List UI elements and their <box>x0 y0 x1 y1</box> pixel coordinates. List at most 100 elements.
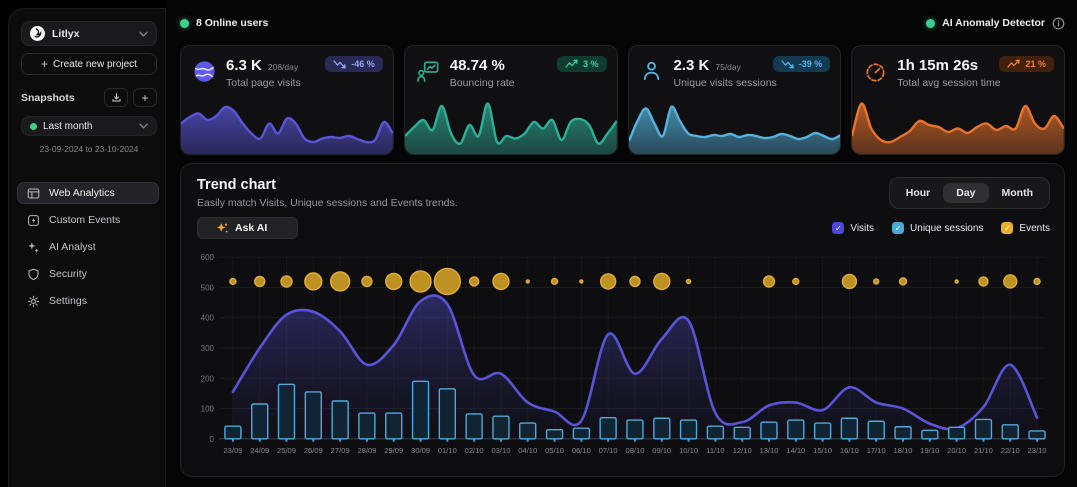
svg-text:400: 400 <box>201 314 215 323</box>
trend-chart-svg: 0 100 200 300 400 500 600 23/09 24/09 25/09 26/09 2… <box>189 242 1056 472</box>
ask-ai-button[interactable]: Ask AI <box>197 217 298 239</box>
svg-text:22/10: 22/10 <box>1001 446 1020 455</box>
snapshot-download-button[interactable] <box>104 88 128 107</box>
stat-card-total-page-visits[interactable]: 6.3 K 208/day Total page visits -46 % <box>180 45 394 155</box>
range-hour-button[interactable]: Hour <box>893 183 944 203</box>
stat-value: 1h 15m 26s <box>897 57 978 74</box>
svg-text:25/09: 25/09 <box>277 446 296 455</box>
svg-text:26/09: 26/09 <box>304 446 323 455</box>
svg-text:21/10: 21/10 <box>974 446 993 455</box>
svg-text:600: 600 <box>201 253 215 262</box>
trend-down-icon <box>781 59 794 69</box>
sidebar-item-label: AI Analyst <box>49 241 96 253</box>
sidebar-item-custom-events[interactable]: Custom Events <box>17 209 159 231</box>
trend-badge-value: -39 % <box>799 59 823 69</box>
svg-text:01/10: 01/10 <box>438 446 457 455</box>
svg-text:500: 500 <box>201 283 215 292</box>
svg-text:27/09: 27/09 <box>331 446 350 455</box>
sidebar-item-security[interactable]: Security <box>17 263 159 285</box>
sidebar-item-ai-analyst[interactable]: AI Analyst <box>17 236 159 258</box>
ask-ai-label: Ask AI <box>235 222 267 234</box>
create-new-project-button[interactable]: + Create new project <box>21 53 157 75</box>
svg-text:05/10: 05/10 <box>545 446 564 455</box>
svg-text:11/10: 11/10 <box>706 446 724 455</box>
sidebar-item-settings[interactable]: Settings <box>17 290 159 312</box>
svg-text:09/10: 09/10 <box>652 446 671 455</box>
stat-cards-row: 6.3 K 208/day Total page visits -46 % <box>180 45 1065 155</box>
legend-unique-sessions[interactable]: ✓ Unique sessions <box>892 222 983 234</box>
svg-text:17/10: 17/10 <box>867 446 886 455</box>
snapshot-status-dot <box>30 123 37 130</box>
trend-chart-area[interactable]: 0 100 200 300 400 500 600 23/09 24/09 25/09 26/09 2… <box>189 242 1056 472</box>
range-day-button[interactable]: Day <box>943 183 988 203</box>
checkbox-checked-icon: ✓ <box>892 222 904 234</box>
svg-text:100: 100 <box>201 405 215 414</box>
chevron-down-icon <box>139 31 148 37</box>
anomaly-detector-label: AI Anomaly Detector <box>942 17 1045 29</box>
range-month-button[interactable]: Month <box>989 183 1047 203</box>
sidebar-item-label: Web Analytics <box>49 187 115 199</box>
stat-value: 6.3 K <box>226 57 262 74</box>
trend-chart-title: Trend chart <box>197 177 458 193</box>
trend-chart-subtitle: Easily match Visits, Unique sessions and… <box>197 197 458 209</box>
legend-visits[interactable]: ✓ Visits <box>832 222 874 234</box>
svg-text:0: 0 <box>210 435 215 444</box>
time-range-switcher: Hour Day Month <box>889 177 1050 209</box>
svg-text:08/10: 08/10 <box>625 446 644 455</box>
sidebar-item-label: Security <box>49 268 87 280</box>
sparkline-bouncing-rate <box>405 98 617 154</box>
snapshot-period-selector[interactable]: Last month <box>21 116 157 136</box>
stat-card-bouncing-rate[interactable]: 48.74 % Bouncing rate 3 % <box>404 45 618 155</box>
plus-icon: + <box>41 57 48 71</box>
svg-text:20/10: 20/10 <box>947 446 966 455</box>
svg-text:23/09: 23/09 <box>223 446 242 455</box>
svg-text:03/10: 03/10 <box>491 446 510 455</box>
online-users-count: 8 Online users <box>196 17 268 29</box>
chevron-down-icon <box>139 123 148 129</box>
gear-icon <box>27 295 40 308</box>
chart-legend: ✓ Visits ✓ Unique sessions ✓ Events <box>832 222 1050 234</box>
svg-text:23/10: 23/10 <box>1028 446 1047 455</box>
svg-text:24/09: 24/09 <box>250 446 269 455</box>
browser-window-icon <box>27 187 40 200</box>
trend-badge: 21 % <box>999 56 1054 72</box>
sparkles-icon <box>27 241 40 254</box>
snapshot-period-value: Last month <box>43 121 133 132</box>
sparkle-icon <box>216 222 228 234</box>
stat-card-session-time[interactable]: 1h 15m 26s Total avg session time 21 % <box>851 45 1065 155</box>
info-icon[interactable] <box>1052 17 1065 30</box>
svg-text:28/09: 28/09 <box>357 446 376 455</box>
stat-card-unique-sessions[interactable]: 2.3 K 75/day Unique visits sessions -39 … <box>628 45 842 155</box>
stat-label: Total page visits <box>226 77 301 89</box>
trend-badge-value: 3 % <box>583 59 599 69</box>
presentation-bounce-icon <box>416 59 441 84</box>
svg-text:300: 300 <box>201 344 215 353</box>
globe-icon <box>192 59 217 84</box>
svg-text:200: 200 <box>201 374 215 383</box>
sidebar-nav: Web Analytics Custom Events AI Analyst S… <box>17 182 159 312</box>
sparkline-session-time <box>852 98 1064 154</box>
svg-text:07/10: 07/10 <box>599 446 618 455</box>
trend-badge: 3 % <box>557 56 607 72</box>
sidebar: Litlyx + Create new project Snapshots + … <box>8 8 166 487</box>
checkbox-checked-icon: ✓ <box>1001 222 1013 234</box>
snapshot-add-button[interactable]: + <box>133 88 157 107</box>
sidebar-item-web-analytics[interactable]: Web Analytics <box>17 182 159 204</box>
sidebar-item-label: Settings <box>49 295 87 307</box>
svg-text:02/10: 02/10 <box>465 446 484 455</box>
legend-label: Visits <box>850 223 874 234</box>
stat-label: Unique visits sessions <box>674 77 777 89</box>
checkbox-checked-icon: ✓ <box>832 222 844 234</box>
trend-down-icon <box>333 59 346 69</box>
stat-value: 48.74 % <box>450 57 505 74</box>
main-content: 8 Online users AI Anomaly Detector <box>166 0 1077 487</box>
project-selector[interactable]: Litlyx <box>21 21 157 46</box>
snapshots-label: Snapshots <box>21 92 99 104</box>
svg-text:30/09: 30/09 <box>411 446 430 455</box>
analytics-dashboard: Litlyx + Create new project Snapshots + … <box>0 0 1077 487</box>
topbar: 8 Online users AI Anomaly Detector <box>180 14 1065 32</box>
svg-text:04/10: 04/10 <box>518 446 537 455</box>
legend-events[interactable]: ✓ Events <box>1001 222 1050 234</box>
legend-label: Unique sessions <box>910 223 983 234</box>
trend-badge-value: 21 % <box>1025 59 1046 69</box>
